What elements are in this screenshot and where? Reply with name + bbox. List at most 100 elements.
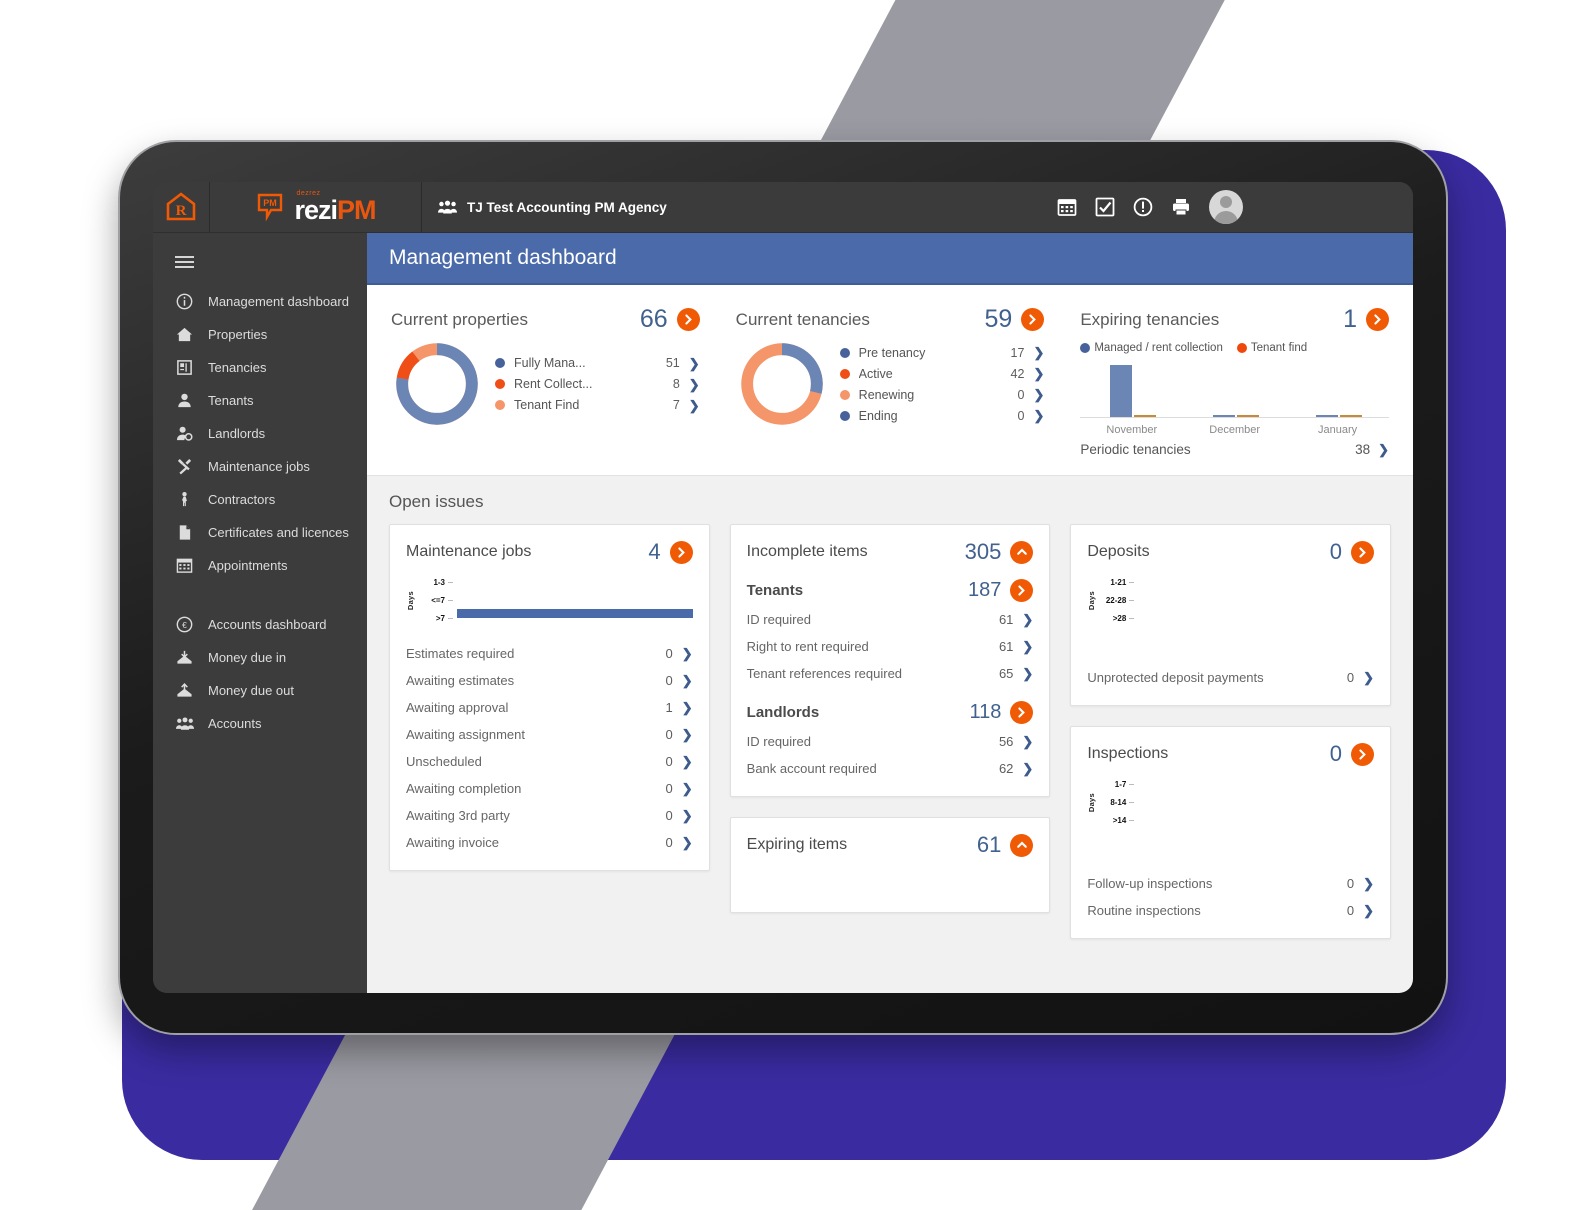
- legend-label: Ending: [858, 408, 898, 423]
- list-item[interactable]: Awaiting estimates 0 ❯: [406, 667, 693, 694]
- sidebar-item-contractors[interactable]: Contractors: [153, 483, 367, 516]
- chevron-right-icon[interactable]: ❯: [682, 835, 693, 851]
- list-item[interactable]: Unprotected deposit payments 0 ❯: [1087, 664, 1374, 691]
- chevron-right-icon[interactable]: ❯: [1022, 666, 1033, 682]
- chevron-right-icon[interactable]: ❯: [1033, 409, 1044, 422]
- list-item[interactable]: Awaiting completion 0 ❯: [406, 775, 693, 802]
- chevron-right-icon[interactable]: ❯: [689, 399, 700, 412]
- collapse-button[interactable]: [1010, 833, 1034, 857]
- brand-home-tile[interactable]: R: [153, 182, 210, 232]
- chevron-right-icon[interactable]: ❯: [682, 646, 693, 662]
- bar-group-december: [1213, 415, 1260, 417]
- rezipm-logo[interactable]: PM dezrez reziPM: [210, 182, 422, 232]
- sidebar-item-money-due-in[interactable]: Money due in: [153, 641, 367, 674]
- list-item[interactable]: Right to rent required 61 ❯: [747, 633, 1034, 660]
- list-item[interactable]: Routine inspections 0 ❯: [1087, 897, 1374, 924]
- chevron-right-icon: [1018, 585, 1026, 596]
- go-arrow-button[interactable]: [1021, 308, 1045, 331]
- go-arrow-button[interactable]: [1010, 579, 1034, 602]
- sidebar-item-certificates-and-licences[interactable]: Certificates and licences: [153, 516, 367, 549]
- y-tick-label: >7: [435, 614, 445, 623]
- periodic-tenancies-row[interactable]: Periodic tenancies 38 ❯: [1080, 436, 1389, 457]
- list-item[interactable]: Awaiting approval 1 ❯: [406, 694, 693, 721]
- periodic-value: 38: [1355, 442, 1371, 457]
- chevron-right-icon[interactable]: ❯: [1033, 388, 1044, 401]
- bar-tenant-find: [1340, 415, 1363, 417]
- legend-item[interactable]: Pre tenancy 17 ❯: [839, 342, 1044, 363]
- printer-icon[interactable]: [1171, 197, 1191, 217]
- sidebar-item-landlords[interactable]: Landlords: [153, 417, 367, 450]
- legend-item[interactable]: Managed / rent collection: [1080, 342, 1223, 354]
- hamburger-icon[interactable]: [153, 239, 367, 285]
- calendar-icon[interactable]: [1057, 197, 1077, 217]
- chevron-right-icon[interactable]: ❯: [1022, 612, 1033, 628]
- sidebar-item-label: Tenants: [208, 393, 254, 408]
- legend-item[interactable]: Rent Collect... 8 ❯: [495, 374, 700, 395]
- checkbox-icon[interactable]: [1095, 197, 1115, 217]
- sidebar-item-label: Properties: [208, 327, 268, 342]
- chevron-right-icon[interactable]: ❯: [1022, 734, 1033, 750]
- chevron-right-icon[interactable]: ❯: [1363, 670, 1374, 686]
- legend-item[interactable]: Ending 0 ❯: [839, 405, 1044, 426]
- sidebar-item-accounts[interactable]: Accounts: [153, 707, 367, 740]
- list-item[interactable]: ID required 56 ❯: [747, 728, 1034, 755]
- go-arrow-button[interactable]: [669, 540, 693, 564]
- list-item[interactable]: Awaiting assignment 0 ❯: [406, 721, 693, 748]
- maintenance-days-bar-chart: Days 1-3 <=7 >7: [406, 577, 693, 624]
- list-item[interactable]: ID required 61 ❯: [747, 606, 1034, 633]
- card-count: 305: [964, 539, 1002, 564]
- chevron-right-icon[interactable]: ❯: [1363, 903, 1374, 919]
- go-arrow-button[interactable]: [676, 308, 700, 331]
- chevron-right-icon[interactable]: ❯: [1022, 761, 1033, 777]
- list-item[interactable]: Follow-up inspections 0 ❯: [1087, 870, 1374, 897]
- chevron-right-icon[interactable]: ❯: [682, 754, 693, 770]
- chevron-right-icon[interactable]: ❯: [1033, 367, 1044, 380]
- user-avatar[interactable]: [1209, 190, 1243, 224]
- go-arrow-button[interactable]: [1366, 308, 1390, 331]
- sidebar-item-management-dashboard[interactable]: Management dashboard: [153, 285, 367, 318]
- legend-dot: [839, 410, 850, 421]
- sidebar-item-properties[interactable]: Properties: [153, 318, 367, 351]
- list-item[interactable]: Tenant references required 65 ❯: [747, 660, 1034, 687]
- sidebar-item-tenancies[interactable]: Tenancies: [153, 351, 367, 384]
- chevron-right-icon[interactable]: ❯: [682, 727, 693, 743]
- go-arrow-button[interactable]: [1350, 742, 1374, 766]
- chevron-right-icon[interactable]: ❯: [1363, 876, 1374, 892]
- chevron-right-icon[interactable]: ❯: [689, 357, 700, 370]
- chevron-right-icon[interactable]: ❯: [1378, 443, 1389, 456]
- go-arrow-button[interactable]: [1350, 540, 1374, 564]
- chevron-right-icon[interactable]: ❯: [1022, 639, 1033, 655]
- bar-managed: [1316, 415, 1339, 417]
- list-item[interactable]: Bank account required 62 ❯: [747, 755, 1034, 782]
- legend-item[interactable]: Fully Mana... 51 ❯: [495, 353, 700, 374]
- alert-clock-icon[interactable]: [1133, 197, 1153, 217]
- chevron-right-icon[interactable]: ❯: [682, 781, 693, 797]
- group-title: Landlords: [746, 704, 820, 721]
- chevron-right-icon[interactable]: ❯: [682, 808, 693, 824]
- sidebar-item-maintenance-jobs[interactable]: Maintenance jobs: [153, 450, 367, 483]
- go-arrow-button[interactable]: [1010, 701, 1034, 724]
- sidebar-item-accounts-dashboard[interactable]: € Accounts dashboard: [153, 608, 367, 641]
- legend-item[interactable]: Renewing 0 ❯: [839, 384, 1044, 405]
- card-header: Maintenance jobs 4: [406, 539, 693, 565]
- list-item[interactable]: Awaiting invoice 0 ❯: [406, 829, 693, 856]
- list-item[interactable]: Estimates required 0 ❯: [406, 640, 693, 667]
- list-item[interactable]: Awaiting 3rd party 0 ❯: [406, 802, 693, 829]
- sidebar-item-money-due-out[interactable]: Money due out: [153, 674, 367, 707]
- calendar-icon: [175, 556, 194, 575]
- chevron-right-icon[interactable]: ❯: [682, 700, 693, 716]
- list-item[interactable]: Unscheduled 0 ❯: [406, 748, 693, 775]
- tick-mark: [448, 582, 453, 583]
- legend-item[interactable]: Tenant find: [1236, 342, 1307, 354]
- chevron-right-icon[interactable]: ❯: [1033, 346, 1044, 359]
- sidebar-item-appointments[interactable]: Appointments: [153, 549, 367, 582]
- legend-item[interactable]: Active 42 ❯: [839, 363, 1044, 384]
- collapse-button[interactable]: [1010, 540, 1034, 564]
- sidebar-item-label: Money due in: [208, 650, 287, 665]
- legend-label: Fully Mana...: [514, 356, 586, 370]
- chevron-right-icon[interactable]: ❯: [689, 378, 700, 391]
- sidebar-item-tenants[interactable]: Tenants: [153, 384, 367, 417]
- chevron-right-icon[interactable]: ❯: [682, 673, 693, 689]
- properties-legend: Fully Mana... 51 ❯ Rent Collect... 8 ❯ T…: [487, 353, 700, 416]
- legend-item[interactable]: Tenant Find 7 ❯: [495, 395, 700, 416]
